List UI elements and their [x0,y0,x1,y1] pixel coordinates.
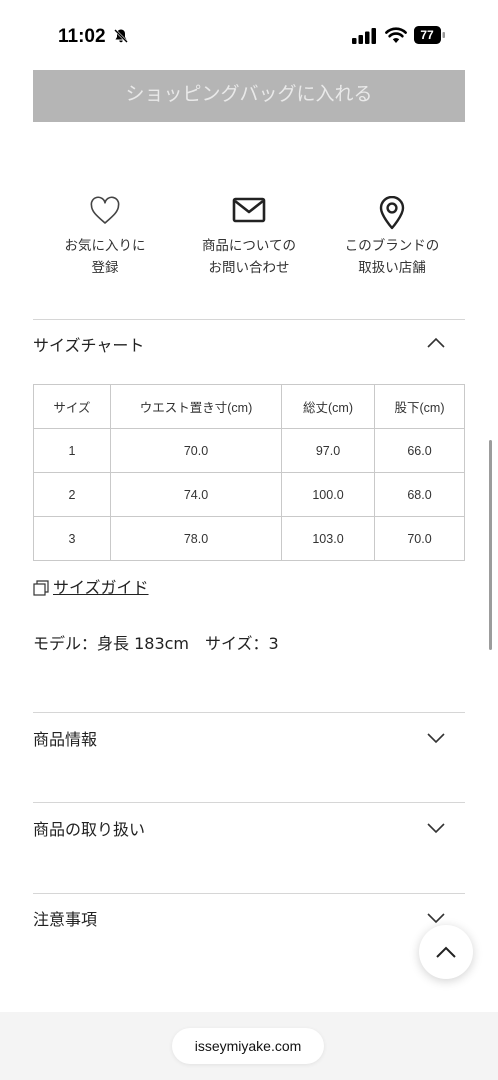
external-window-icon [33,580,49,596]
battery-indicator: 77 [414,26,446,48]
table-cell: 70.0 [374,516,465,561]
inquiry-label-line2: お問い合わせ [208,260,290,276]
status-time: 11:02 [58,26,106,47]
table-cell: 100.0 [281,472,375,517]
table-cell: 2 [33,472,111,517]
inquiry-label-line1: 商品についての [201,238,297,254]
store-label-line1: このブランドの [344,238,440,254]
column-header: 股下(cm) [374,384,465,429]
favorites-label-line2: 登録 [91,260,119,276]
table-row: 2 74.0 100.0 68.0 [33,472,465,517]
divider [33,712,465,713]
scroll-to-top-button[interactable] [419,925,473,979]
add-to-favorites-button[interactable]: お気に入りに 登録 [35,196,175,279]
table-cell: 3 [33,516,111,561]
table-cell: 97.0 [281,428,375,473]
divider [33,319,465,320]
product-info-title: 商品情報 [33,730,98,749]
table-cell: 68.0 [374,472,465,517]
size-chart-table: サイズ ウエスト置き寸(cm) 総丈(cm) 股下(cm) 1 70.0 97.… [33,384,465,561]
chevron-up-icon [436,946,456,958]
battery-level: 77 [420,28,434,42]
add-to-bag-label: ショッピングバッグに入れる [125,84,373,105]
address-bar[interactable]: isseymiyake.com [172,1028,324,1064]
handling-title: 商品の取り扱い [33,820,146,839]
table-cell: 66.0 [374,428,465,473]
signal-icon [352,28,376,44]
table-cell: 74.0 [110,472,282,517]
chevron-down-icon [427,823,445,834]
size-guide-link[interactable]: サイズガイド [33,574,149,598]
table-header-row: サイズ ウエスト置き寸(cm) 総丈(cm) 股下(cm) [33,384,465,429]
chevron-down-icon [427,913,445,924]
store-locator-button[interactable]: このブランドの 取扱い店舗 [322,196,462,279]
add-to-bag-button[interactable]: ショッピングバッグに入れる [33,70,465,122]
map-pin-icon [379,196,405,230]
column-header: 総丈(cm) [281,384,375,429]
divider [33,893,465,894]
mail-icon [232,197,266,223]
chevron-up-icon [427,337,445,348]
chevron-down-icon [427,733,445,744]
store-label-line2: 取扱い店舗 [358,260,426,276]
model-info: モデル：身長 183cm サイズ：3 [33,634,279,653]
notes-title: 注意事項 [33,910,98,929]
size-chart-title: サイズチャート [33,336,145,355]
favorites-label-line1: お気に入りに [64,238,146,254]
product-inquiry-button[interactable]: 商品についての お問い合わせ [179,196,319,279]
size-guide-label: サイズガイド [53,578,149,597]
table-cell: 1 [33,428,111,473]
scrollbar[interactable] [489,440,492,650]
table-row: 3 78.0 103.0 70.0 [33,516,465,561]
divider [33,802,465,803]
wifi-icon [385,27,407,43]
column-header: ウエスト置き寸(cm) [110,384,282,429]
table-cell: 78.0 [110,516,282,561]
heart-icon [90,196,120,224]
table-cell: 70.0 [110,428,282,473]
table-cell: 103.0 [281,516,375,561]
table-row: 1 70.0 97.0 66.0 [33,428,465,473]
bell-muted-icon [114,29,128,43]
column-header: サイズ [33,384,111,429]
status-bar: 11:02 77 [0,0,498,70]
